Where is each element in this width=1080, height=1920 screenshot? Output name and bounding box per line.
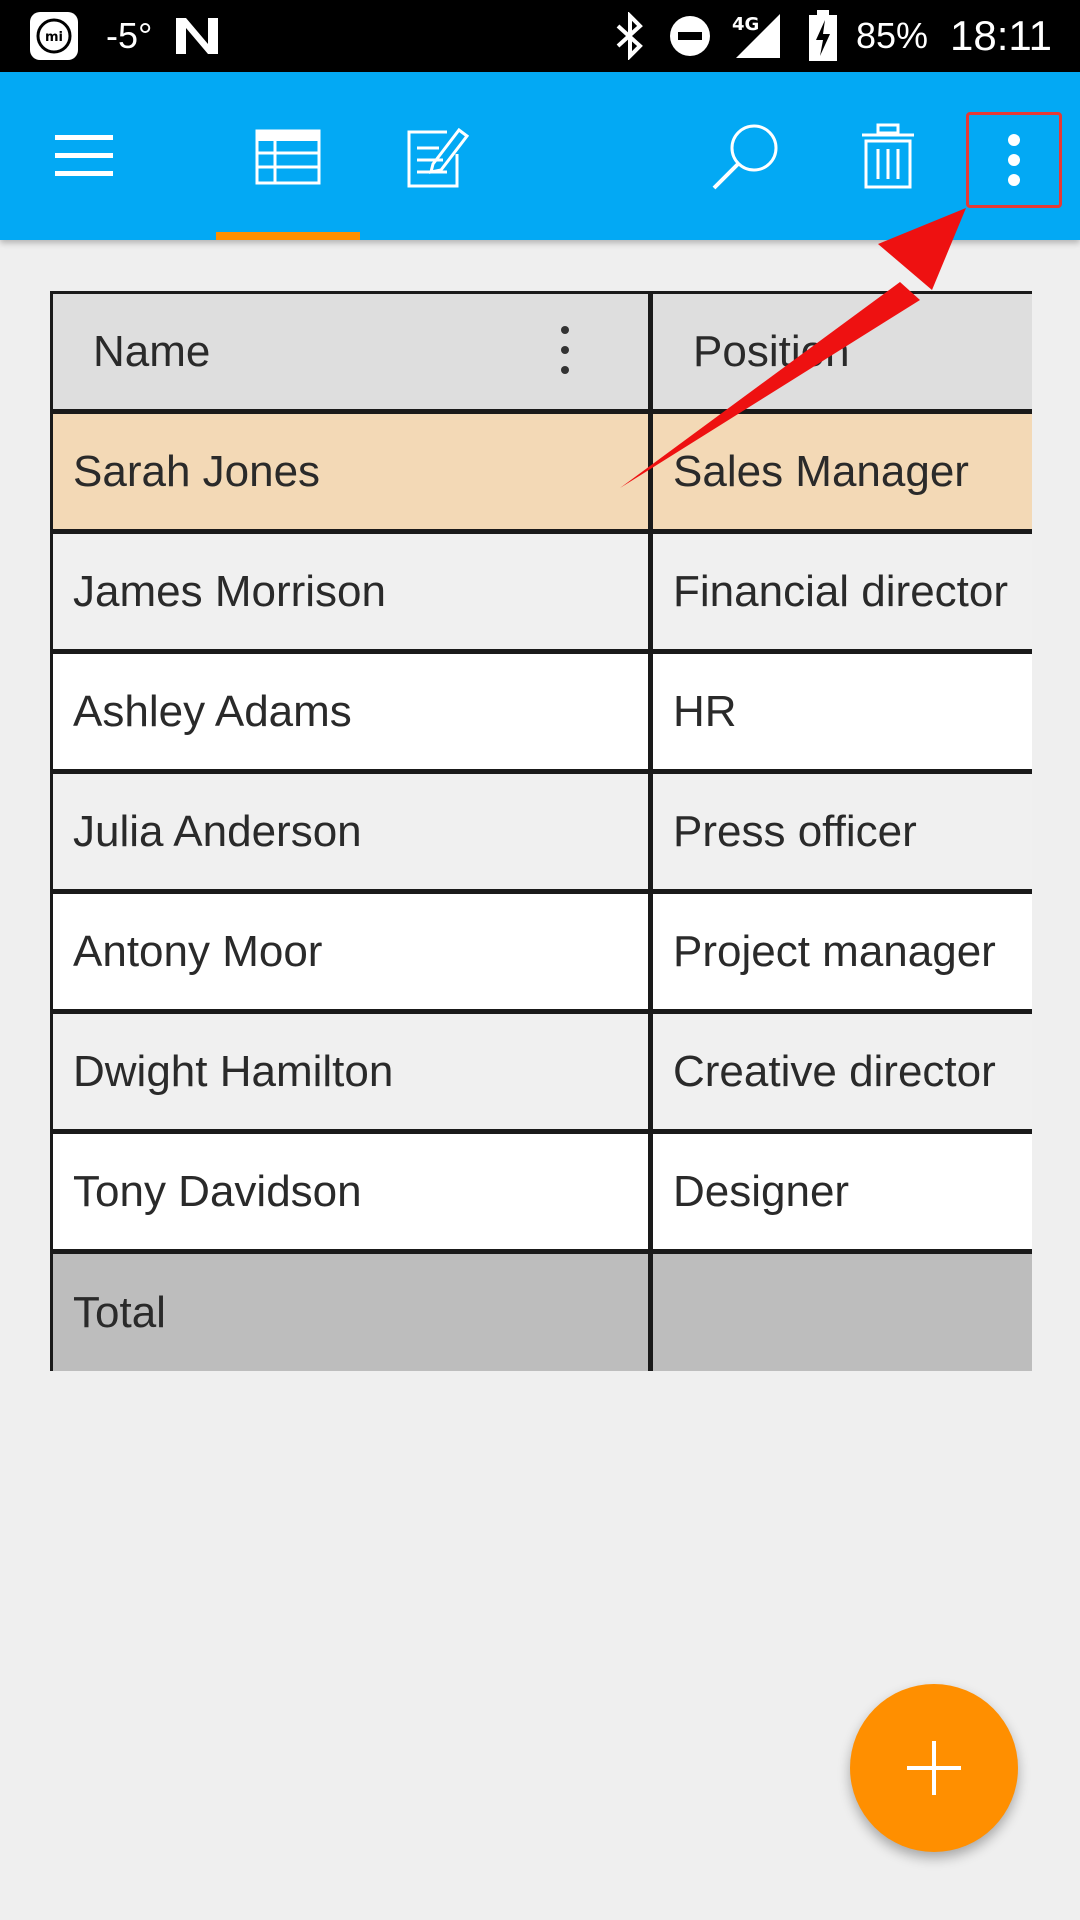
hamburger-icon: [55, 135, 113, 176]
svg-text:mi: mi: [45, 30, 63, 45]
name-cell[interactable]: Tony Davidson: [53, 1134, 653, 1254]
column-header-name[interactable]: Name: [53, 294, 653, 414]
column-header-label: Position: [693, 326, 850, 376]
cell-text: Antony Moor: [73, 926, 323, 976]
active-tab-indicator: [216, 232, 360, 240]
table-grid: Name Position Sarah Jones Sales Manager Ja…: [50, 291, 1032, 1371]
cell-text: Sales Manager: [673, 446, 969, 496]
position-cell[interactable]: Financial director: [653, 534, 1032, 654]
temperature-text: -5°: [106, 15, 153, 56]
search-icon: [712, 124, 778, 190]
name-cell[interactable]: James Morrison: [53, 534, 653, 654]
cell-text: Julia Anderson: [73, 806, 362, 856]
table-row[interactable]: Sarah Jones Sales Manager: [53, 414, 1032, 534]
app-toolbar: [0, 72, 1080, 240]
cell-text: Press officer: [673, 806, 917, 856]
dnd-icon: [668, 0, 712, 72]
table-row[interactable]: Dwight Hamilton Creative director: [53, 1014, 1032, 1134]
cell-text: Project manager: [673, 926, 996, 976]
name-cell[interactable]: Julia Anderson: [53, 774, 653, 894]
clock: 18:11: [950, 12, 1052, 59]
name-cell[interactable]: Ashley Adams: [53, 654, 653, 774]
mi-icon: mi: [28, 0, 80, 72]
position-cell[interactable]: Sales Manager: [653, 414, 1032, 534]
search-button[interactable]: [696, 112, 796, 200]
delete-button[interactable]: [840, 112, 936, 200]
name-cell[interactable]: Sarah Jones: [53, 414, 653, 534]
battery-charging-icon: [808, 0, 838, 72]
column-menu-button[interactable]: [559, 324, 571, 387]
position-cell[interactable]: HR: [653, 654, 1032, 774]
table-total-row: Total: [53, 1254, 1032, 1371]
cell-text: Ashley Adams: [73, 686, 352, 736]
column-header-label: Name: [93, 326, 211, 376]
table-header-row: Name Position: [53, 294, 1032, 414]
position-cell[interactable]: Creative director: [653, 1014, 1032, 1134]
cell-text: HR: [673, 686, 737, 736]
svg-text:4G: 4G: [732, 14, 759, 35]
total-value-cell[interactable]: [653, 1254, 1032, 1371]
name-cell[interactable]: Dwight Hamilton: [53, 1014, 653, 1134]
column-header-position[interactable]: Position: [653, 294, 1032, 414]
cell-text: Designer: [673, 1166, 850, 1216]
cell-text: James Morrison: [73, 566, 386, 616]
cell-text: Dwight Hamilton: [73, 1046, 394, 1096]
total-label-cell[interactable]: Total: [53, 1254, 653, 1371]
cell-text: Creative director: [673, 1046, 996, 1096]
bluetooth-icon: [612, 0, 648, 72]
total-label: Total: [73, 1287, 166, 1337]
data-table: Name Position Sarah Jones Sales Manager Ja…: [50, 291, 1032, 1371]
menu-button[interactable]: [40, 112, 128, 200]
table-row[interactable]: Ashley Adams HR: [53, 654, 1032, 774]
tab-form[interactable]: [364, 92, 508, 222]
table-row[interactable]: James Morrison Financial director: [53, 534, 1032, 654]
battery-percent: 85%: [856, 15, 929, 56]
table-row[interactable]: Tony Davidson Designer: [53, 1134, 1032, 1254]
edit-form-icon: [407, 127, 469, 188]
table-row[interactable]: Antony Moor Project manager: [53, 894, 1032, 1014]
more-vert-icon: [561, 326, 569, 374]
position-cell[interactable]: Project manager: [653, 894, 1032, 1014]
position-cell[interactable]: Press officer: [653, 774, 1032, 894]
status-bar: mi -5° 4G 85% 18:11: [0, 0, 1080, 72]
tab-table[interactable]: [216, 92, 360, 222]
add-record-button[interactable]: [850, 1684, 1018, 1852]
n-icon: [174, 0, 220, 72]
position-cell[interactable]: Designer: [653, 1134, 1032, 1254]
more-button-highlight: [966, 112, 1062, 208]
plus-icon: [907, 1741, 961, 1795]
cell-text: Sarah Jones: [73, 446, 321, 496]
signal-icon: 4G: [730, 0, 784, 72]
table-body: Sarah Jones Sales Manager James Morrison Fi…: [53, 414, 1032, 1254]
table-icon: [255, 129, 321, 185]
trash-icon: [862, 123, 914, 189]
name-cell[interactable]: Antony Moor: [53, 894, 653, 1014]
cell-text: Financial director: [673, 566, 1009, 616]
table-row[interactable]: Julia Anderson Press officer: [53, 774, 1032, 894]
cell-text: Tony Davidson: [73, 1166, 362, 1216]
